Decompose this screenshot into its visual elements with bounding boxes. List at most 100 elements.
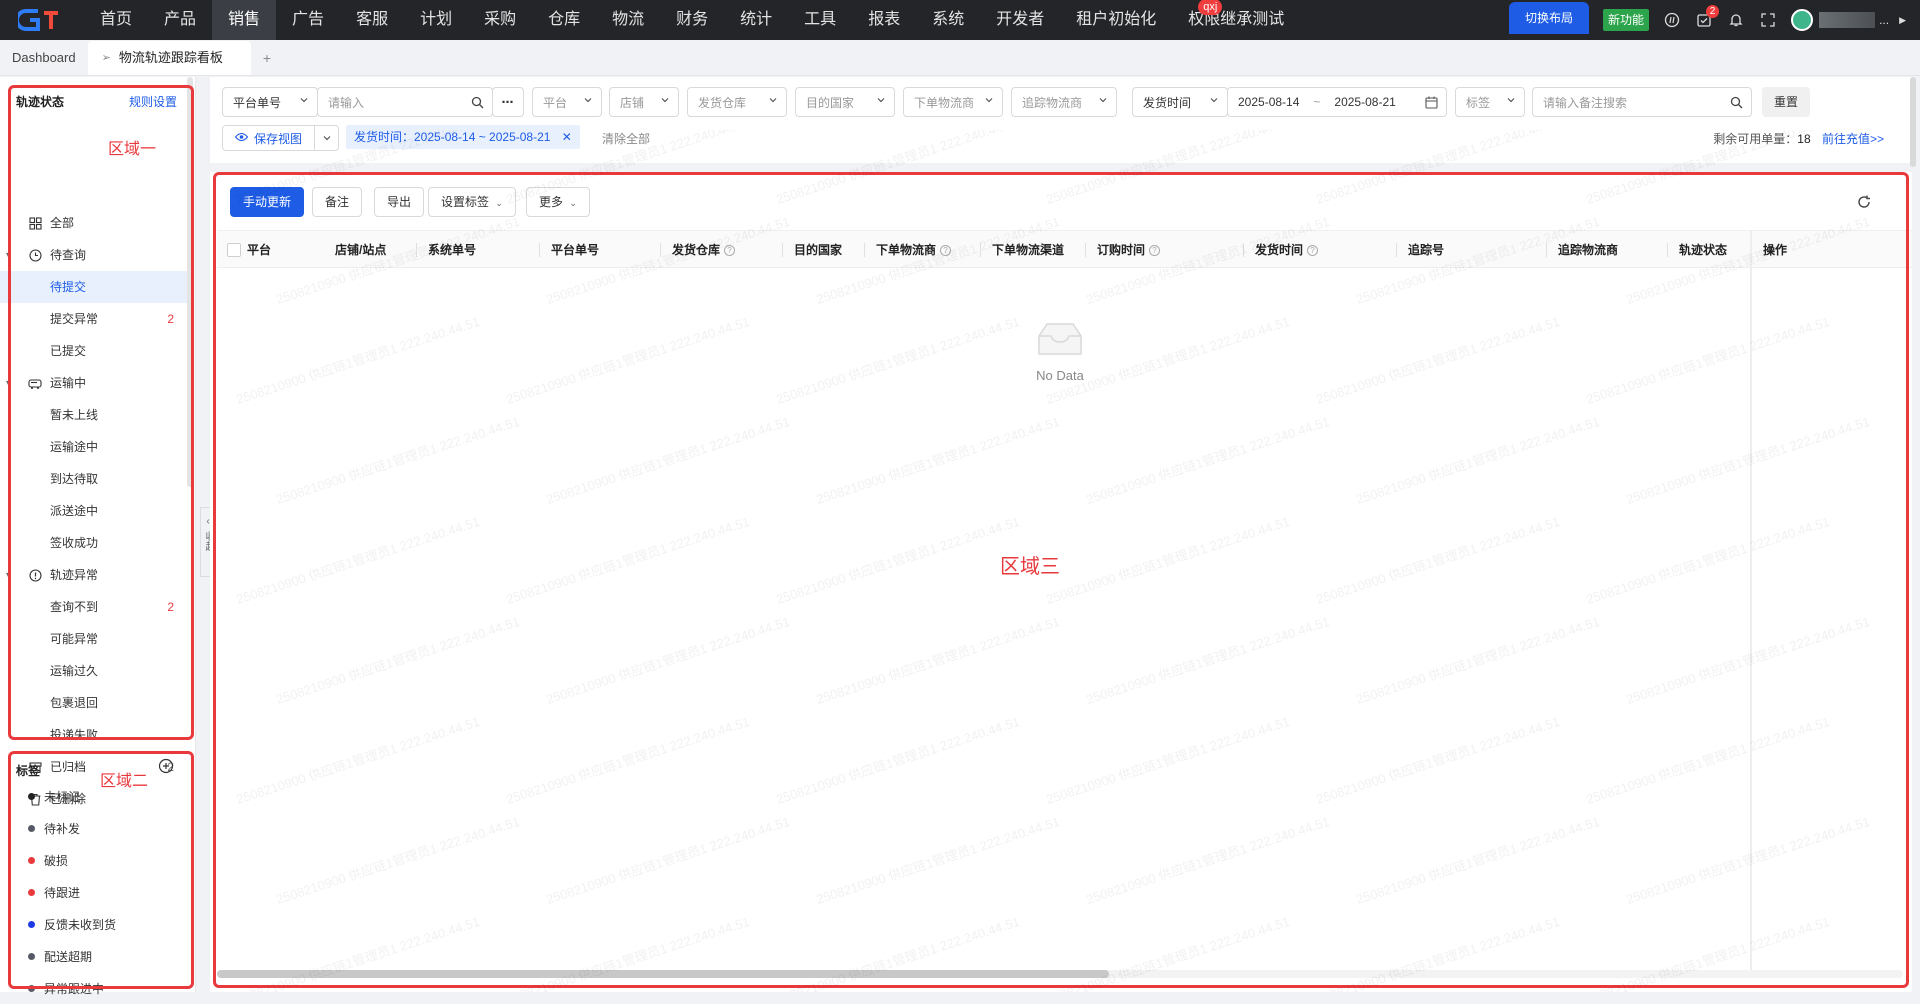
set-tag-button[interactable]: 设置标签 ⌄ bbox=[428, 187, 516, 217]
avatar[interactable] bbox=[1791, 9, 1814, 31]
column-resizer[interactable] bbox=[1085, 243, 1086, 257]
nav-item[interactable]: 财务 bbox=[660, 0, 724, 40]
clear-all-link[interactable]: 清除全部 bbox=[602, 130, 650, 147]
sidebar-status-item[interactable]: ▾ 待查询 bbox=[0, 239, 188, 271]
horizontal-scrollbar-thumb[interactable] bbox=[217, 970, 1109, 978]
tag-select[interactable]: 标签 bbox=[1455, 87, 1525, 117]
bell-icon[interactable] bbox=[1727, 11, 1745, 29]
nav-item[interactable]: 开发者 bbox=[980, 0, 1060, 40]
more-search-button[interactable]: ⋯ bbox=[492, 87, 524, 117]
nav-item[interactable]: 计划 bbox=[404, 0, 468, 40]
search-icon[interactable] bbox=[1730, 96, 1743, 109]
tab-logistics-tracking-board[interactable]: ➢ 物流轨迹跟踪看板 bbox=[87, 41, 251, 75]
remark-button[interactable]: 备注 bbox=[312, 187, 363, 217]
country-select[interactable]: 目的国家 bbox=[795, 87, 895, 117]
column-resizer[interactable] bbox=[416, 243, 417, 257]
sidebar-status-item[interactable]: 全部 bbox=[0, 207, 188, 239]
order-type-select[interactable]: 平台单号 bbox=[222, 87, 318, 117]
table-column-header[interactable]: 店铺/站点 bbox=[335, 231, 386, 269]
tag-item[interactable]: 未标记 bbox=[0, 780, 188, 812]
rule-settings-link[interactable]: 规则设置 bbox=[129, 93, 177, 110]
table-column-header[interactable]: 平台 bbox=[247, 231, 271, 269]
horizontal-scrollbar[interactable] bbox=[217, 970, 1903, 978]
nav-item[interactable]: 统计 bbox=[724, 0, 788, 40]
manual-update-button[interactable]: 手动更新 bbox=[230, 187, 305, 217]
nav-item[interactable]: 报表 bbox=[852, 0, 916, 40]
refresh-icon[interactable] bbox=[1856, 194, 1872, 210]
sidebar-status-item[interactable]: ▾ 轨迹异常 bbox=[0, 559, 188, 591]
caret-right-icon[interactable]: ▶ bbox=[1899, 15, 1906, 26]
brand-logo[interactable] bbox=[18, 6, 62, 34]
select-all-checkbox[interactable] bbox=[227, 243, 241, 257]
sidebar-status-item[interactable]: ▾ 运输中 bbox=[0, 367, 188, 399]
tag-item[interactable]: 反馈未收到货 bbox=[0, 908, 188, 940]
platform-select[interactable]: 平台 bbox=[532, 87, 602, 117]
sidebar-status-item[interactable]: 运输过久 bbox=[0, 655, 188, 687]
column-resizer[interactable] bbox=[782, 243, 783, 257]
column-resizer[interactable] bbox=[1243, 243, 1244, 257]
help-icon[interactable] bbox=[1663, 11, 1681, 29]
caret-down-icon[interactable]: ▾ bbox=[2, 367, 14, 399]
table-column-header[interactable]: 下单物流商? bbox=[876, 231, 952, 269]
column-resizer[interactable] bbox=[1546, 243, 1547, 257]
sidebar-status-item[interactable]: 可能异常 bbox=[0, 623, 188, 655]
tag-item[interactable]: 异常跟进中 bbox=[0, 972, 188, 1004]
column-resizer[interactable] bbox=[1396, 243, 1397, 257]
sidebar-status-item[interactable]: 派送途中 bbox=[0, 495, 188, 527]
reset-button[interactable]: 重置 bbox=[1762, 87, 1811, 117]
nav-item[interactable]: 物流 bbox=[596, 0, 660, 40]
todo-icon[interactable]: 2 bbox=[1695, 5, 1720, 29]
help-tooltip-icon[interactable]: ? bbox=[1307, 244, 1319, 256]
table-column-header[interactable]: 系统单号 bbox=[428, 231, 476, 269]
help-tooltip-icon[interactable]: ? bbox=[940, 244, 952, 256]
switch-layout-button[interactable]: 切换布局 bbox=[1509, 2, 1590, 34]
nav-item[interactable]: 仓库 bbox=[532, 0, 596, 40]
save-view-button[interactable]: 保存视图 bbox=[222, 125, 340, 151]
tag-item[interactable]: 待补发 bbox=[0, 812, 188, 844]
username-redacted[interactable] bbox=[1819, 12, 1876, 28]
search-icon[interactable] bbox=[471, 96, 484, 109]
sidebar-status-item[interactable]: 投递失败 bbox=[0, 719, 188, 751]
nav-item[interactable]: 工具 bbox=[788, 0, 852, 40]
nav-item[interactable]: 租户初始化 bbox=[1060, 0, 1172, 40]
page-scrollbar[interactable] bbox=[1910, 77, 1916, 167]
nav-item[interactable]: 产品 bbox=[148, 0, 212, 40]
table-column-header[interactable]: 订购时间? bbox=[1097, 231, 1161, 269]
store-select[interactable]: 店铺 bbox=[609, 87, 679, 117]
sidebar-status-item[interactable]: 到达待取 bbox=[0, 463, 188, 495]
warehouse-select[interactable]: 发货仓库 bbox=[687, 87, 787, 117]
table-column-header[interactable]: 追踪号 bbox=[1408, 231, 1444, 269]
nav-item[interactable]: 广告 bbox=[276, 0, 340, 40]
table-column-header[interactable]: 目的国家 bbox=[794, 231, 842, 269]
remark-search-input[interactable]: 请输入备注搜索 bbox=[1532, 87, 1752, 117]
sidebar-status-item[interactable]: 包裹退回 bbox=[0, 687, 188, 719]
sidebar-status-item[interactable]: 暂未上线 bbox=[0, 399, 188, 431]
column-resizer[interactable] bbox=[980, 243, 981, 257]
sidebar-status-item[interactable]: 已提交 bbox=[0, 335, 188, 367]
nav-item[interactable]: 系统 bbox=[916, 0, 980, 40]
caret-down-icon[interactable]: ▾ bbox=[2, 239, 14, 271]
table-column-header[interactable]: 发货时间? bbox=[1255, 231, 1319, 269]
help-tooltip-icon[interactable]: ? bbox=[724, 244, 736, 256]
column-resizer[interactable] bbox=[660, 243, 661, 257]
table-column-header[interactable]: 发货仓库? bbox=[672, 231, 736, 269]
add-tag-icon[interactable] bbox=[158, 758, 174, 777]
order-number-input[interactable]: 请输入 bbox=[317, 87, 493, 117]
table-column-header[interactable]: 平台单号 bbox=[551, 231, 599, 269]
nav-item[interactable]: 客服 bbox=[340, 0, 404, 40]
date-range-picker[interactable]: 2025-08-14 ~ 2025-08-21 bbox=[1227, 87, 1447, 117]
export-button[interactable]: 导出 bbox=[374, 187, 425, 217]
nav-item[interactable]: 首页 bbox=[84, 0, 148, 40]
sidebar-status-item[interactable]: 提交异常 2 bbox=[0, 303, 188, 335]
tag-item[interactable]: 待跟进 bbox=[0, 876, 188, 908]
time-type-select[interactable]: 发货时间 bbox=[1132, 87, 1228, 117]
pin-icon[interactable]: ➢ bbox=[102, 41, 111, 75]
nav-item[interactable]: 销售 bbox=[212, 0, 277, 40]
sidebar-scrollbar[interactable] bbox=[187, 77, 193, 487]
more-button[interactable]: 更多 ⌄ bbox=[526, 187, 590, 217]
tag-item[interactable]: 破损 bbox=[0, 844, 188, 876]
sidebar-status-item[interactable]: 运输途中 bbox=[0, 431, 188, 463]
add-tab-button[interactable]: + bbox=[251, 41, 283, 75]
track-carrier-select[interactable]: 追踪物流商 bbox=[1011, 87, 1117, 117]
sidebar-status-item[interactable]: 待提交 bbox=[0, 271, 188, 303]
